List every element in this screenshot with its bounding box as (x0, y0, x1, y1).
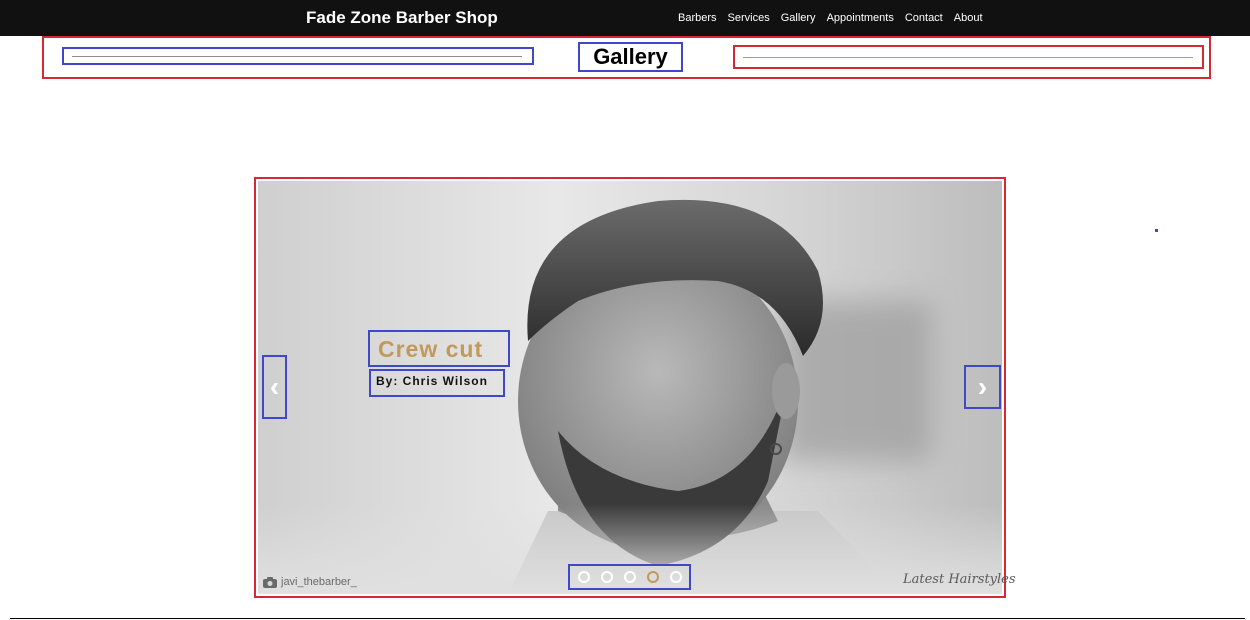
indicator-2[interactable] (600, 571, 613, 583)
photo-credit-text: javi_thebarber_ (281, 576, 357, 588)
carousel-indicators (569, 565, 690, 589)
chevron-right-icon[interactable]: › (965, 366, 1000, 408)
top-navbar: Fade Zone Barber Shop Barbers Services G… (0, 0, 1250, 36)
right-divider-frame (733, 45, 1204, 69)
left-divider-line (72, 56, 522, 57)
nav-about[interactable]: About (954, 12, 983, 24)
section-title: Gallery (593, 44, 668, 69)
caption-title: Crew cut (378, 336, 484, 362)
left-divider-frame (62, 47, 534, 65)
nav-services[interactable]: Services (728, 12, 770, 24)
indicator-4[interactable] (646, 571, 659, 583)
brand-title[interactable]: Fade Zone Barber Shop (306, 8, 498, 28)
watermark: Latest Hairstyles (903, 572, 1016, 587)
nav-gallery[interactable]: Gallery (781, 12, 816, 24)
indicator-1[interactable] (577, 571, 590, 583)
nav-contact[interactable]: Contact (905, 12, 943, 24)
indicator-3[interactable] (623, 571, 636, 583)
nav-appointments[interactable]: Appointments (827, 12, 894, 24)
stray-marker (1155, 229, 1158, 232)
camera-icon (263, 576, 277, 588)
nav-links: Barbers Services Gallery Appointments Co… (678, 12, 983, 24)
photo-credit: javi_thebarber_ (263, 576, 357, 588)
right-divider-line (743, 57, 1193, 58)
indicator-5[interactable] (669, 571, 682, 583)
caption-author: By: Chris Wilson (376, 374, 488, 388)
nav-barbers[interactable]: Barbers (678, 12, 717, 24)
chevron-left-icon[interactable]: ‹ (263, 356, 286, 418)
footer-rule (10, 618, 1245, 619)
